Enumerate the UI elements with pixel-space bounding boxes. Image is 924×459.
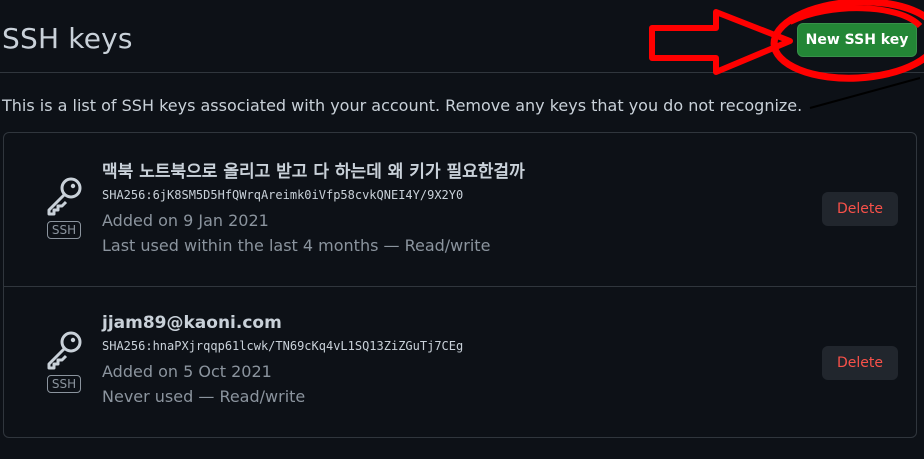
description-text: This is a list of SSH keys associated wi… bbox=[2, 96, 803, 115]
ssh-keys-page: SSH keys New SSH key This is a list of S… bbox=[0, 0, 924, 459]
key-fingerprint: SHA256:6jK8SM5D5HfQWrqAreimk0iVfp58cvkQN… bbox=[102, 188, 464, 202]
key-added-date: Added on 5 Oct 2021 bbox=[102, 362, 272, 381]
ssh-badge: SSH bbox=[46, 221, 82, 239]
ssh-keys-list: SSH 맥북 노트북으로 올리고 받고 다 하는데 왜 키가 필요한걸까 SHA… bbox=[3, 132, 917, 438]
key-fingerprint: SHA256:hnaPXjrqqp61lcwk/TN69cKq4vL1SQ13Z… bbox=[102, 339, 464, 353]
ssh-key-item: SSH 맥북 노트북으로 올리고 받고 다 하는데 왜 키가 필요한걸까 SHA… bbox=[4, 133, 916, 286]
key-last-used: Never used — Read/write bbox=[102, 387, 306, 406]
key-title: 맥북 노트북으로 올리고 받고 다 하는데 왜 키가 필요한걸까 bbox=[102, 162, 525, 182]
key-title: jjam89@kaoni.com bbox=[102, 313, 282, 333]
annotation-stroke-line bbox=[809, 77, 921, 109]
key-last-used: Last used within the last 4 months — Rea… bbox=[102, 236, 491, 255]
delete-key-button[interactable]: Delete bbox=[822, 192, 898, 226]
key-info: 맥북 노트북으로 올리고 받고 다 하는데 왜 키가 필요한걸까 SHA256:… bbox=[102, 157, 525, 258]
key-icon bbox=[47, 177, 82, 216]
page-title: SSH keys bbox=[2, 22, 133, 55]
delete-key-button[interactable]: Delete bbox=[822, 346, 898, 380]
header-divider bbox=[0, 72, 924, 73]
new-ssh-key-button[interactable]: New SSH key bbox=[797, 23, 917, 57]
key-icon bbox=[47, 331, 82, 370]
key-icon-column: SSH bbox=[40, 327, 88, 393]
key-info: jjam89@kaoni.com SHA256:hnaPXjrqqp61lcwk… bbox=[102, 313, 463, 409]
ssh-key-item: SSH jjam89@kaoni.com SHA256:hnaPXjrqqp61… bbox=[4, 286, 916, 440]
annotation-arrow bbox=[649, 9, 793, 75]
ssh-badge: SSH bbox=[46, 375, 82, 393]
key-added-date: Added on 9 Jan 2021 bbox=[102, 211, 269, 230]
key-icon-column: SSH bbox=[40, 173, 88, 239]
